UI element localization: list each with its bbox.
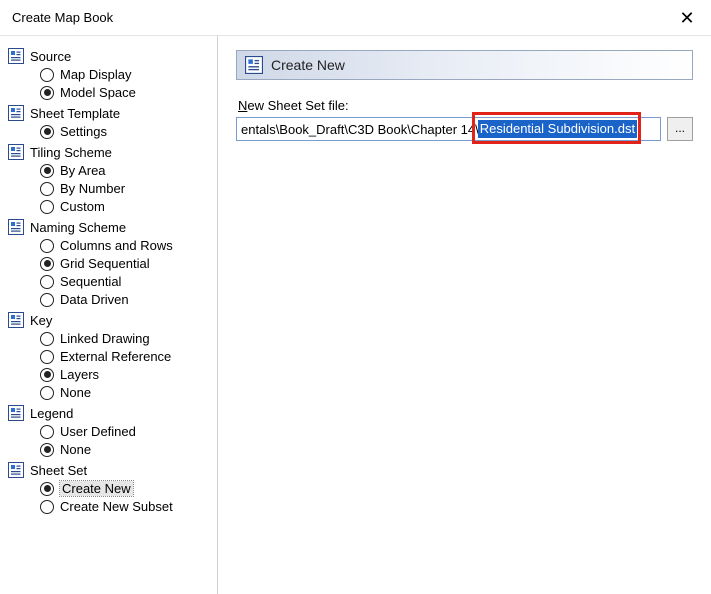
sheet-set-file-row: Residential Subdivision.dst ... bbox=[236, 117, 693, 141]
nav-item[interactable]: Settings bbox=[36, 123, 213, 140]
nav-sidebar: Source Map Display Model Space Sheet Templa… bbox=[0, 36, 218, 594]
close-button[interactable]: ✕ bbox=[675, 9, 699, 27]
panel-icon bbox=[245, 56, 263, 74]
nav-item[interactable]: Sequential bbox=[36, 273, 213, 290]
nav-item[interactable]: Custom bbox=[36, 198, 213, 215]
nav-group-header[interactable]: Tiling Scheme bbox=[8, 144, 213, 160]
nav-group-label: Key bbox=[30, 313, 52, 328]
radio-icon bbox=[40, 200, 54, 214]
radio-icon bbox=[40, 275, 54, 289]
radio-icon bbox=[40, 500, 54, 514]
radio-icon bbox=[40, 125, 54, 139]
nav-item-label: Data Driven bbox=[60, 292, 129, 307]
nav-item-label: Create New bbox=[60, 481, 133, 496]
nav-item-label: Map Display bbox=[60, 67, 132, 82]
nav-item[interactable]: Layers bbox=[36, 366, 213, 383]
nav-item[interactable]: None bbox=[36, 441, 213, 458]
nav-group-label: Naming Scheme bbox=[30, 220, 126, 235]
page-icon bbox=[8, 405, 24, 421]
nav-group-items: Map Display Model Space bbox=[36, 66, 213, 101]
panel-header: Create New bbox=[236, 50, 693, 80]
nav-item[interactable]: Linked Drawing bbox=[36, 330, 213, 347]
nav-item-label: Grid Sequential bbox=[60, 256, 150, 271]
titlebar: Create Map Book ✕ bbox=[0, 0, 711, 36]
radio-icon bbox=[40, 482, 54, 496]
nav-item[interactable]: Columns and Rows bbox=[36, 237, 213, 254]
radio-icon bbox=[40, 68, 54, 82]
nav-item-label: External Reference bbox=[60, 349, 171, 364]
sheet-set-file-selection: Residential Subdivision.dst bbox=[478, 120, 637, 138]
page-icon bbox=[8, 105, 24, 121]
nav-item[interactable]: By Area bbox=[36, 162, 213, 179]
radio-icon bbox=[40, 164, 54, 178]
page-icon bbox=[8, 144, 24, 160]
nav-group-items: By Area By Number Custom bbox=[36, 162, 213, 215]
nav-item-label: None bbox=[60, 442, 91, 457]
nav-group-items: Settings bbox=[36, 123, 213, 140]
panel-title: Create New bbox=[271, 57, 345, 73]
radio-icon bbox=[40, 425, 54, 439]
nav-item[interactable]: None bbox=[36, 384, 213, 401]
page-icon bbox=[8, 48, 24, 64]
sheet-set-file-label: New Sheet Set file: bbox=[238, 98, 693, 113]
nav-group-items: User Defined None bbox=[36, 423, 213, 458]
nav-item-label: By Number bbox=[60, 181, 125, 196]
nav-item-label: By Area bbox=[60, 163, 106, 178]
nav-item-label: None bbox=[60, 385, 91, 400]
nav-item-label: Layers bbox=[60, 367, 99, 382]
nav-group-label: Tiling Scheme bbox=[30, 145, 112, 160]
radio-icon bbox=[40, 257, 54, 271]
nav-group-items: Create New Create New Subset bbox=[36, 480, 213, 515]
window-title: Create Map Book bbox=[12, 10, 113, 25]
nav-group-header[interactable]: Legend bbox=[8, 405, 213, 421]
nav-group-label: Legend bbox=[30, 406, 73, 421]
nav-item[interactable]: External Reference bbox=[36, 348, 213, 365]
radio-icon bbox=[40, 443, 54, 457]
page-icon bbox=[8, 312, 24, 328]
nav-group-header[interactable]: Key bbox=[8, 312, 213, 328]
radio-icon bbox=[40, 182, 54, 196]
radio-icon bbox=[40, 332, 54, 346]
nav-group-header[interactable]: Sheet Template bbox=[8, 105, 213, 121]
nav-item-label: User Defined bbox=[60, 424, 136, 439]
nav-item[interactable]: Create New bbox=[36, 480, 213, 497]
nav-group-header[interactable]: Source bbox=[8, 48, 213, 64]
radio-icon bbox=[40, 86, 54, 100]
page-icon bbox=[8, 462, 24, 478]
nav-item[interactable]: Data Driven bbox=[36, 291, 213, 308]
nav-item[interactable]: By Number bbox=[36, 180, 213, 197]
nav-group-label: Source bbox=[30, 49, 71, 64]
nav-item-label: Custom bbox=[60, 199, 105, 214]
nav-item[interactable]: User Defined bbox=[36, 423, 213, 440]
nav-group-label: Sheet Template bbox=[30, 106, 120, 121]
nav-item-label: Sequential bbox=[60, 274, 121, 289]
nav-item[interactable]: Map Display bbox=[36, 66, 213, 83]
radio-icon bbox=[40, 293, 54, 307]
nav-group-label: Sheet Set bbox=[30, 463, 87, 478]
nav-group-items: Columns and Rows Grid Sequential Sequentia… bbox=[36, 237, 213, 308]
radio-icon bbox=[40, 368, 54, 382]
sheet-set-file-input-wrap: Residential Subdivision.dst bbox=[236, 117, 661, 141]
browse-button[interactable]: ... bbox=[667, 117, 693, 141]
page-icon bbox=[8, 219, 24, 235]
nav-item-label: Linked Drawing bbox=[60, 331, 150, 346]
dialog-body: Source Map Display Model Space Sheet Templa… bbox=[0, 36, 711, 594]
nav-item-label: Create New Subset bbox=[60, 499, 173, 514]
nav-item-label: Model Space bbox=[60, 85, 136, 100]
content-pane: Create New New Sheet Set file: Residenti… bbox=[218, 36, 711, 594]
nav-group-header[interactable]: Naming Scheme bbox=[8, 219, 213, 235]
nav-item[interactable]: Grid Sequential bbox=[36, 255, 213, 272]
radio-icon bbox=[40, 239, 54, 253]
nav-item[interactable]: Create New Subset bbox=[36, 498, 213, 515]
nav-item-label: Columns and Rows bbox=[60, 238, 173, 253]
nav-item-label: Settings bbox=[60, 124, 107, 139]
nav-group-items: Linked Drawing External Reference Layers No… bbox=[36, 330, 213, 401]
radio-icon bbox=[40, 386, 54, 400]
radio-icon bbox=[40, 350, 54, 364]
nav-group-header[interactable]: Sheet Set bbox=[8, 462, 213, 478]
nav-item[interactable]: Model Space bbox=[36, 84, 213, 101]
